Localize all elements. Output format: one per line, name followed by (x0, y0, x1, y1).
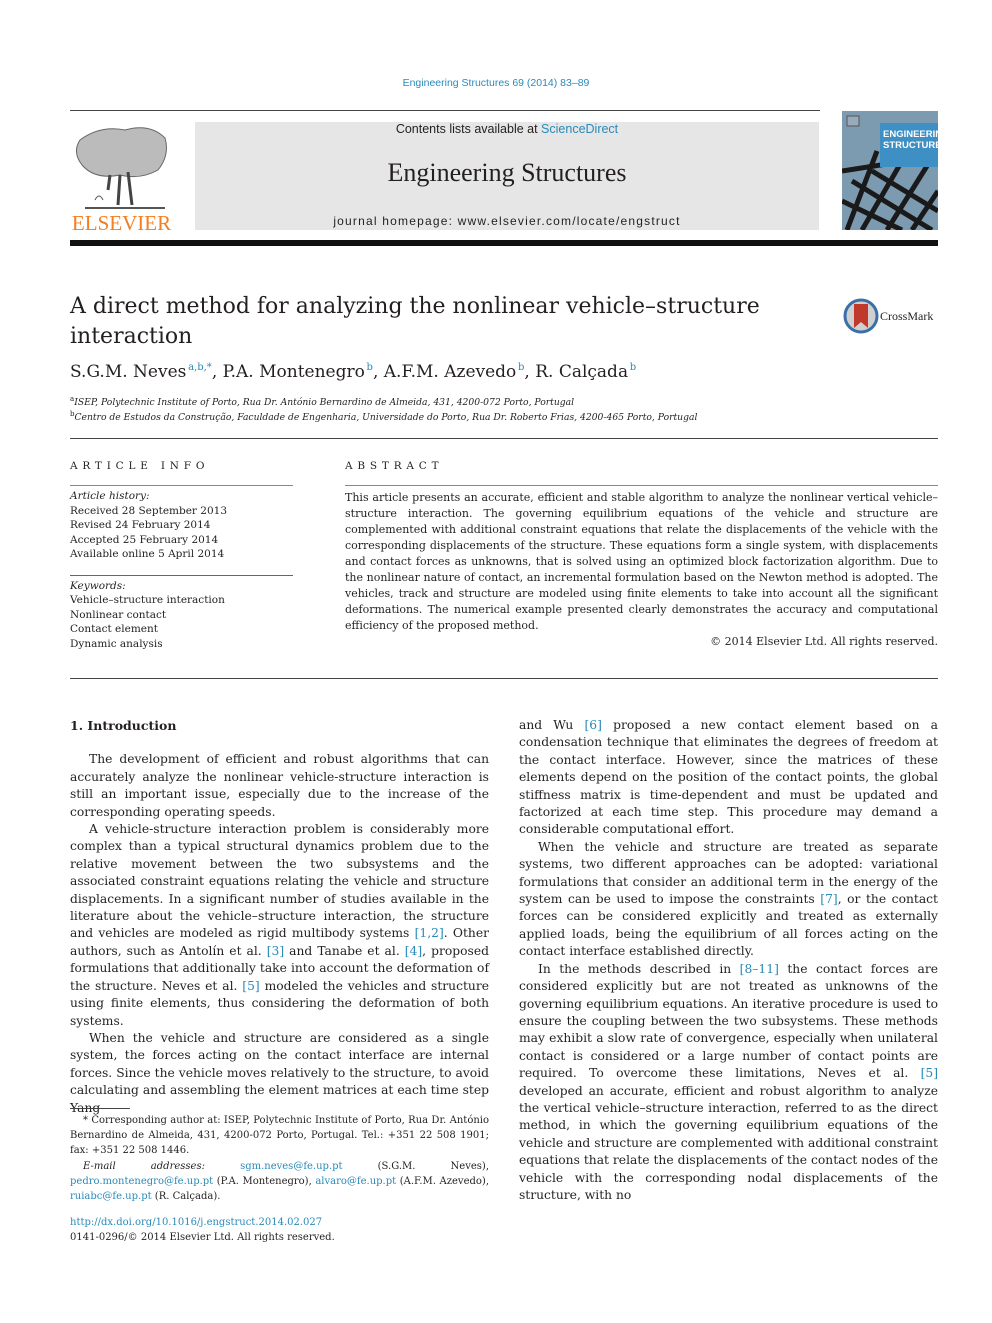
abstract: ABSTRACT This article presents an accura… (345, 460, 938, 650)
citation-link[interactable]: [7] (820, 892, 837, 906)
paragraph: In the methods described in [8–11] the c… (519, 961, 938, 1202)
author-name[interactable]: S.G.M. Neves (70, 362, 186, 382)
section-heading: 1. Introduction (70, 718, 177, 733)
citation-link[interactable]: [1,2] (415, 926, 444, 940)
article-info-heading: ARTICLE INFO (70, 460, 210, 472)
article-info-rule (70, 485, 293, 486)
issn-copyright: 0141-0296/© 2014 Elsevier Ltd. All right… (70, 1232, 335, 1243)
paragraph: and Wu [6] proposed a new contact elemen… (519, 718, 938, 837)
masthead: Contents lists available at ScienceDirec… (195, 122, 819, 230)
contents-line: Contents lists available at ScienceDirec… (395, 122, 619, 136)
author-affil-mark[interactable]: b (518, 362, 524, 373)
journal-homepage[interactable]: journal homepage: www.elsevier.com/locat… (195, 214, 819, 228)
author-list: S.G.M. Neves a,b,*, P.A. Montenegro b, A… (70, 362, 637, 382)
cover-title-box: ENGINEERING STRUCTURES (880, 123, 938, 167)
header-thick-rule (70, 240, 938, 246)
crossmark-icon[interactable] (843, 298, 879, 334)
paragraph: When the vehicle and structure are treat… (519, 839, 938, 959)
doi-link[interactable]: http://dx.doi.org/10.1016/j.engstruct.20… (70, 1215, 335, 1230)
history-item: Accepted 25 February 2014 (70, 533, 219, 546)
author-affil-mark[interactable]: a,b,* (188, 362, 212, 373)
paragraph: A vehicle-structure interaction problem … (70, 822, 490, 1028)
keyword-item: Dynamic analysis (70, 637, 163, 650)
affiliation: aISEP, Polytechnic Institute of Porto, R… (70, 395, 575, 408)
email-link[interactable]: sgm.neves@fe.up.pt (240, 1161, 343, 1172)
corresponding-author-note: * Corresponding author at: ISEP, Polytec… (70, 1115, 489, 1157)
keyword-item: Nonlinear contact (70, 608, 167, 621)
author-name[interactable]: R. Calçada (535, 362, 628, 382)
paragraph: The development of efficient and robust … (70, 752, 489, 819)
author-name[interactable]: P.A. Montenegro (223, 362, 365, 382)
section-divider (70, 678, 938, 679)
body-left-column: 1. Introduction The development of effic… (70, 717, 489, 1117)
author-affil-mark[interactable]: b (367, 362, 373, 373)
body-right-column: and Wu [6] proposed a new contact elemen… (519, 717, 938, 1204)
history-item: Received 28 September 2013 (70, 504, 228, 517)
keywords-rule (70, 574, 293, 576)
abstract-rule (345, 485, 938, 486)
header-rule (70, 110, 820, 111)
author-name[interactable]: A.F.M. Azevedo (384, 362, 517, 382)
elsevier-wordmark: ELSEVIER (71, 211, 172, 235)
citation-link[interactable]: [5] (242, 979, 259, 993)
citation-link[interactable]: [5] (921, 1066, 938, 1080)
sciencedirect-link[interactable]: ScienceDirect (541, 122, 618, 136)
email-link[interactable]: pedro.montenegro@fe.up.pt (70, 1176, 213, 1187)
section-divider (70, 438, 938, 439)
article-title: A direct method for analyzing the nonlin… (70, 294, 760, 349)
abstract-heading: ABSTRACT (345, 460, 444, 472)
affiliation: bCentro de Estudos da Construção, Faculd… (70, 410, 698, 423)
email-link[interactable]: ruiabc@fe.up.pt (70, 1191, 152, 1202)
article-history: Article history: Received 28 September 2… (70, 489, 293, 562)
paragraph: When the vehicle and structure are consi… (70, 1030, 489, 1115)
article-info: ARTICLE INFO Article history: Received 2… (70, 460, 293, 651)
abstract-copyright: © 2014 Elsevier Ltd. All rights reserved… (710, 635, 938, 648)
citation-link[interactable]: [6] (585, 718, 602, 732)
journal-cover-image: ENGINEERING STRUCTURES (842, 111, 938, 230)
keywords: Keywords: Vehicle–structure interaction … (70, 579, 293, 652)
citation-link[interactable]: [8–11] (740, 962, 779, 976)
email-addresses: E-mail addresses: sgm.neves@fe.up.pt (S.… (70, 1160, 490, 1203)
crossmark-label[interactable]: CrossMark (880, 309, 933, 324)
abstract-text: This article presents an accurate, effic… (345, 491, 938, 632)
history-item: Revised 24 February 2014 (70, 519, 211, 531)
keyword-item: Contact element (70, 623, 158, 635)
author-affil-mark[interactable]: b (630, 362, 636, 373)
doi-block: http://dx.doi.org/10.1016/j.engstruct.20… (70, 1215, 335, 1245)
journal-reference-link[interactable]: Engineering Structures 69 (2014) 83–89 (403, 77, 590, 89)
footnote: * Corresponding author at: ISEP, Polytec… (70, 1113, 489, 1204)
citation-link[interactable]: [4] (405, 944, 422, 958)
keyword-item: Vehicle–structure interaction (70, 594, 225, 606)
history-item: Available online 5 April 2014 (70, 548, 225, 560)
citation-link[interactable]: [3] (267, 944, 284, 958)
email-link[interactable]: alvaro@fe.up.pt (315, 1176, 396, 1187)
journal-reference[interactable]: Engineering Structures 69 (2014) 83–89 (0, 77, 992, 89)
journal-name: Engineering Structures (387, 158, 627, 187)
footnote-rule (70, 1108, 130, 1109)
